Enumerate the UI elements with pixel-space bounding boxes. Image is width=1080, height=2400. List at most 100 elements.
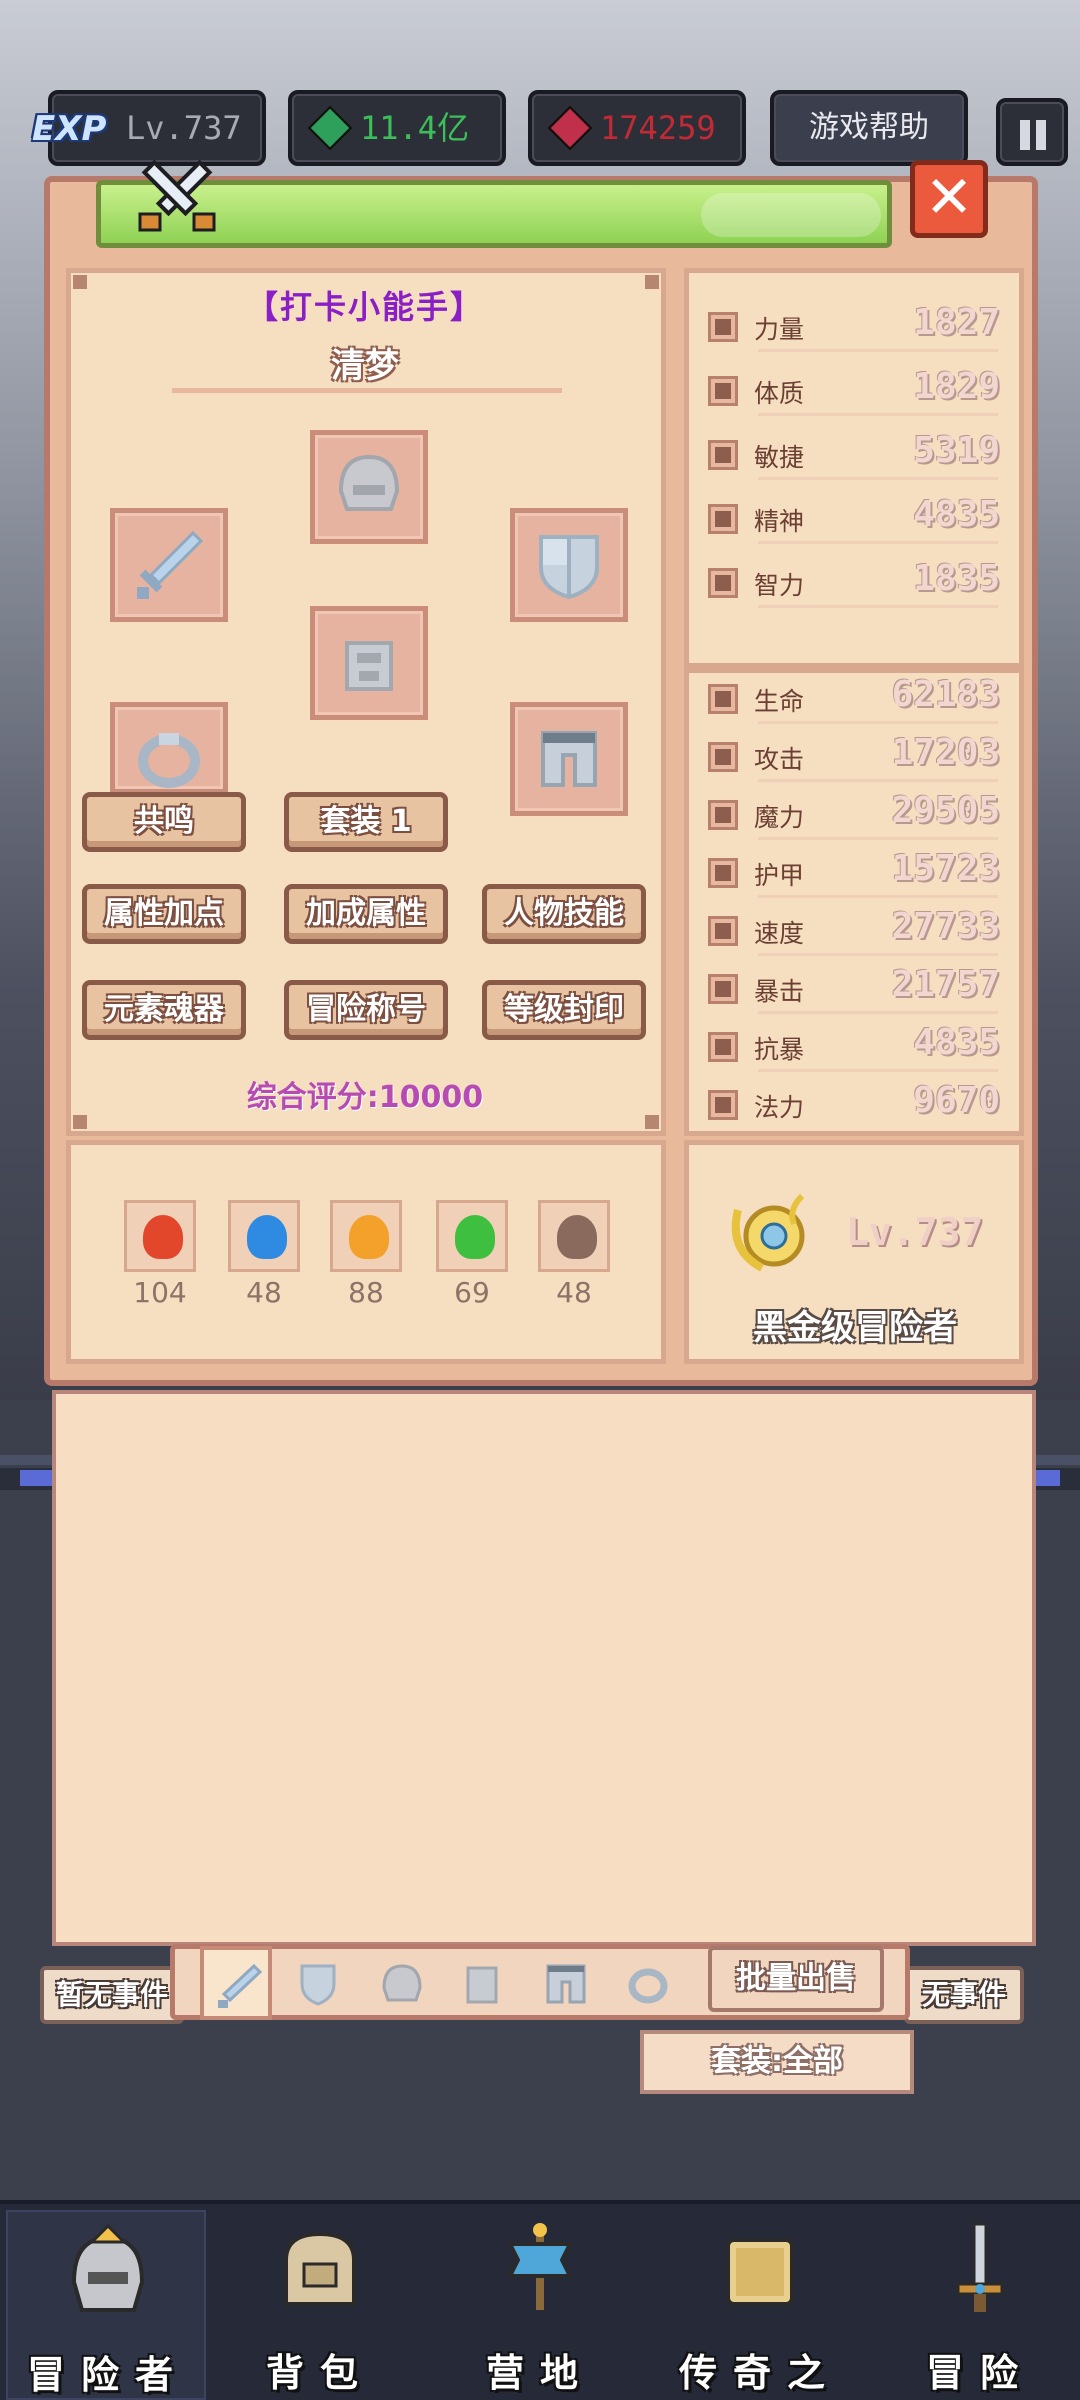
adventure-title-button[interactable]: 冒险称号 bbox=[284, 980, 448, 1040]
title-bar-decoration bbox=[701, 193, 881, 237]
nav-adventure[interactable]: 冒险 bbox=[880, 2210, 1080, 2400]
stat-label: 精神 bbox=[754, 507, 805, 536]
tab-armor[interactable] bbox=[456, 1958, 508, 2008]
batch-sell-button[interactable]: 批量出售 bbox=[708, 1946, 884, 2012]
nav-legend-book[interactable]: 传奇之书 bbox=[660, 2210, 860, 2400]
red-currency[interactable]: 174259 bbox=[528, 90, 746, 166]
attribute-points-button[interactable]: 属性加点 bbox=[82, 884, 246, 944]
game-help-button[interactable]: 游戏帮助 bbox=[770, 90, 968, 166]
close-button[interactable]: ✕ bbox=[910, 160, 988, 238]
stat-row-attack: 攻击 17203 bbox=[704, 730, 1004, 782]
element-soul-button[interactable]: 元素魂器 bbox=[82, 980, 246, 1040]
stat-divider bbox=[758, 721, 998, 724]
nav-label: 冒险 bbox=[925, 2351, 1034, 2395]
stat-value: 27733 bbox=[891, 906, 1000, 947]
tab-helmet[interactable] bbox=[376, 1958, 428, 2008]
attack-icon bbox=[708, 742, 738, 772]
element-fire[interactable]: 104 bbox=[124, 1200, 196, 1309]
armor-icon bbox=[345, 641, 393, 691]
armor-icon bbox=[466, 1966, 498, 2004]
nav-label: 营地 bbox=[485, 2351, 594, 2395]
magic-icon bbox=[708, 800, 738, 830]
stat-value: 4835 bbox=[913, 494, 1000, 535]
tab-weapon[interactable] bbox=[200, 1946, 272, 2020]
nav-label: 背包 bbox=[265, 2351, 374, 2395]
helmet-slot[interactable] bbox=[310, 430, 428, 544]
sword-icon bbox=[218, 1963, 263, 2008]
stat-divider bbox=[758, 1069, 998, 1072]
level-seal-button[interactable]: 等级封印 bbox=[482, 980, 646, 1040]
name-divider bbox=[172, 388, 562, 393]
stat-value: 62183 bbox=[891, 674, 1000, 715]
pause-icon bbox=[1020, 120, 1030, 150]
sword-icon bbox=[956, 2222, 1004, 2312]
nav-label: 传奇之书 bbox=[678, 2351, 841, 2395]
stat-value: 21757 bbox=[891, 964, 1000, 1005]
stat-divider bbox=[758, 895, 998, 898]
intelligence-icon bbox=[708, 568, 738, 598]
ring-icon bbox=[138, 733, 200, 788]
pause-button[interactable] bbox=[996, 98, 1068, 166]
wood-element-icon bbox=[436, 1200, 508, 1272]
stat-divider bbox=[758, 837, 998, 840]
rank-title: 黑金级冒险者 bbox=[753, 1308, 957, 1348]
stat-row-speed: 速度 27733 bbox=[704, 904, 1004, 956]
helmet-icon bbox=[338, 454, 400, 511]
player-name: 清梦 bbox=[331, 346, 399, 386]
bonus-attribute-button[interactable]: 加成属性 bbox=[284, 884, 448, 944]
stat-label: 魔力 bbox=[754, 803, 805, 832]
agility-icon bbox=[708, 440, 738, 470]
nav-camp[interactable]: 营地 bbox=[440, 2210, 640, 2400]
element-value: 104 bbox=[133, 1276, 187, 1309]
stat-value: 17203 bbox=[891, 732, 1000, 773]
water-element-icon bbox=[228, 1200, 300, 1272]
armor-stat-icon bbox=[708, 858, 738, 888]
crossed-swords-icon bbox=[138, 159, 216, 232]
character-skills-button[interactable]: 人物技能 bbox=[482, 884, 646, 944]
stat-divider bbox=[758, 477, 998, 480]
helmet-icon bbox=[382, 1964, 422, 2002]
stat-label: 力量 bbox=[754, 315, 805, 344]
element-wood[interactable]: 69 bbox=[436, 1200, 508, 1309]
resonance-button[interactable]: 共鸣 bbox=[82, 792, 246, 852]
shield-slot[interactable] bbox=[510, 508, 628, 622]
set-filter-dropdown[interactable]: 套装:全部 bbox=[640, 2030, 914, 2094]
stat-value: 9670 bbox=[913, 1080, 1000, 1121]
inventory-panel bbox=[52, 1390, 1036, 1946]
element-thunder[interactable]: 88 bbox=[330, 1200, 402, 1309]
pants-slot[interactable] bbox=[510, 702, 628, 816]
stat-value: 5319 bbox=[913, 430, 1000, 471]
tab-pants[interactable] bbox=[540, 1958, 592, 2008]
weapon-slot[interactable] bbox=[110, 508, 228, 622]
element-water[interactable]: 48 bbox=[228, 1200, 300, 1309]
stat-label: 法力 bbox=[754, 1093, 805, 1122]
backpack-icon bbox=[284, 2231, 356, 2306]
nav-backpack[interactable]: 背包 bbox=[220, 2210, 420, 2400]
armor-slot[interactable] bbox=[310, 606, 428, 720]
element-dark[interactable]: 48 bbox=[538, 1200, 610, 1309]
stat-value: 29505 bbox=[891, 790, 1000, 831]
pants-icon bbox=[541, 731, 597, 787]
sword-icon bbox=[137, 530, 204, 599]
green-currency[interactable]: 11.4亿 bbox=[288, 90, 506, 166]
red-currency-value: 174259 bbox=[600, 109, 716, 147]
pause-icon-bar bbox=[1036, 120, 1046, 150]
corner-decoration bbox=[73, 275, 87, 289]
stat-row-constitution: 体质 1829 bbox=[704, 364, 1004, 416]
stat-label: 生命 bbox=[754, 687, 805, 716]
green-gem-icon bbox=[307, 105, 353, 151]
nav-adventurer[interactable]: 冒险者 bbox=[6, 2210, 206, 2400]
set-button[interactable]: 套装 1 bbox=[284, 792, 448, 852]
shield-icon bbox=[539, 535, 599, 600]
pants-icon bbox=[546, 1964, 586, 2004]
stat-label: 抗暴 bbox=[754, 1035, 805, 1064]
element-value: 48 bbox=[246, 1276, 282, 1309]
tab-ring[interactable] bbox=[622, 1958, 674, 2008]
ring-slot[interactable] bbox=[110, 702, 228, 794]
tab-shield[interactable] bbox=[292, 1958, 344, 2008]
stat-label: 暴击 bbox=[754, 977, 805, 1006]
stat-label: 护甲 bbox=[754, 861, 805, 890]
stat-divider bbox=[758, 953, 998, 956]
stat-value: 1835 bbox=[913, 558, 1000, 599]
crit-icon bbox=[708, 974, 738, 1004]
